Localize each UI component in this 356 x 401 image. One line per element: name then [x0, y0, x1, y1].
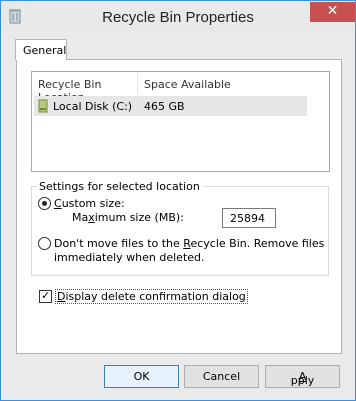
cancel-label: Cancel	[202, 370, 241, 383]
ok-button[interactable]: OK	[104, 365, 179, 388]
space-cell: 465 GB	[144, 100, 185, 113]
list-item[interactable]: Local Disk (C:) 465 GB	[34, 96, 307, 116]
apply-label: Apply	[290, 370, 315, 387]
properties-window: Recycle Bin Properties ✕ General Recycle…	[0, 0, 356, 401]
ok-label: OK	[133, 370, 150, 383]
check-icon: ✓	[41, 289, 51, 302]
apply-button[interactable]: Apply	[265, 365, 340, 388]
confirm-dialog-label[interactable]: Display delete confirmation dialog	[55, 289, 248, 304]
column-header-space[interactable]: Space Available	[138, 72, 258, 94]
max-size-input[interactable]: 25894	[222, 208, 276, 228]
close-icon: ✕	[326, 3, 339, 19]
column-space-label: Space Available	[144, 78, 231, 91]
tab-general-label: General	[23, 44, 67, 57]
list-header: Recycle Bin Location Space Available	[32, 72, 329, 104]
dont-move-radio[interactable]	[38, 237, 51, 250]
dont-move-label-line2[interactable]: immediately when deleted.	[54, 251, 205, 264]
max-size-label: Maximum size (MB):	[72, 211, 184, 224]
cancel-button[interactable]: Cancel	[184, 365, 259, 388]
custom-size-radio[interactable]	[38, 197, 51, 210]
tab-general[interactable]: General	[15, 39, 67, 60]
confirm-dialog-checkbox[interactable]: ✓	[39, 289, 52, 303]
column-header-location[interactable]: Recycle Bin Location	[32, 72, 138, 104]
location-list[interactable]: Recycle Bin Location Space Available Loc…	[31, 71, 330, 172]
window-title: Recycle Bin Properties	[102, 9, 254, 26]
location-cell: Local Disk (C:)	[53, 100, 133, 113]
close-button[interactable]: ✕	[310, 2, 355, 22]
group-legend: Settings for selected location	[37, 180, 202, 193]
dont-move-label-line1[interactable]: Don't move files to the Recycle Bin. Rem…	[54, 237, 324, 250]
title-bar[interactable]: Recycle Bin Properties ✕	[1, 1, 355, 32]
drive-icon	[38, 99, 48, 113]
tab-panel-general: Recycle Bin Location Space Available Loc…	[16, 59, 342, 354]
settings-group: Settings for selected location Custom si…	[31, 180, 329, 276]
max-size-value: 25894	[230, 212, 265, 225]
custom-size-label[interactable]: Custom size:	[54, 197, 125, 210]
